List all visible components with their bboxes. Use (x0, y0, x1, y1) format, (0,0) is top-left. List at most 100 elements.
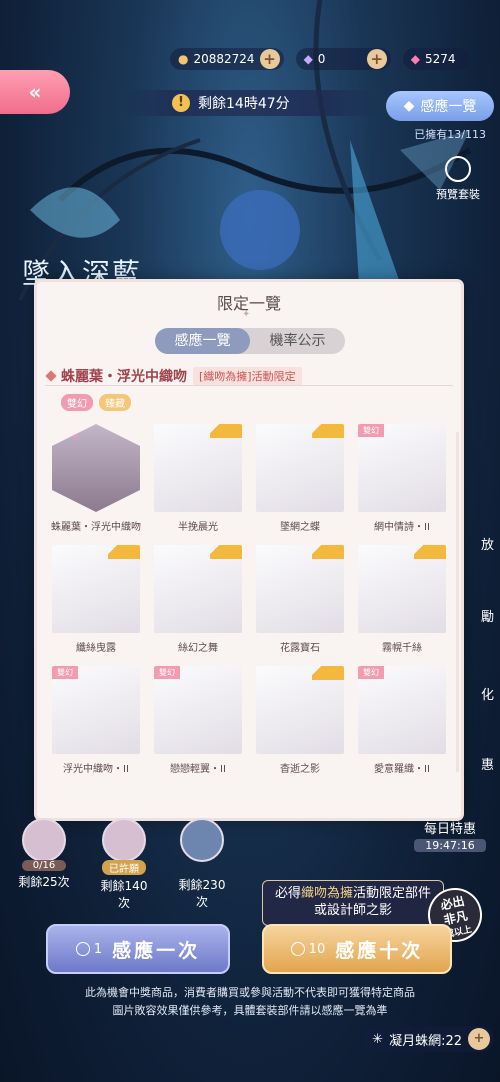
item-thumbnail (154, 545, 242, 633)
ticket-pill: 0/16 (22, 860, 66, 871)
back-button[interactable]: « (0, 70, 70, 114)
item-cell[interactable]: 雙幻 網中情詩・II (351, 424, 453, 533)
event-timer: ! 剩餘14時47分 (120, 90, 380, 116)
corner-tag: 雙幻 (358, 666, 384, 679)
owned-count: 已擁有13/113 (414, 128, 486, 141)
item-cell[interactable]: 雙幻愛意羅織・II (351, 666, 453, 775)
item-thumbnail (256, 666, 344, 754)
set-tag: [織吻為擁]活動限定 (193, 366, 302, 385)
set-header: 蛛麗葉・浮光中織吻 [織吻為擁]活動限定 (45, 366, 453, 386)
preview-outfit-button[interactable]: 預覽套裝 (428, 156, 488, 202)
guarantee-text: 活動限定部件 (353, 886, 432, 901)
ticket-pill: 已許願 (102, 860, 146, 875)
ticket-label: 剩餘230次 (178, 878, 226, 909)
collection-button[interactable]: ◆ 感應一覽 (386, 91, 494, 121)
item-label: 絲幻之舞 (178, 643, 218, 654)
shine-corner-icon (312, 424, 344, 438)
add-diamond-button[interactable]: + (366, 49, 387, 69)
item-cell[interactable]: 半挽晨光 (147, 424, 249, 533)
currency-bar: ● 20882724 + ◆ 0 + ◆ 5274 (170, 46, 492, 72)
guarantee-line2: 或設計師之影 (313, 903, 392, 918)
ticket-item[interactable]: 0/16 剩餘25次 (16, 818, 72, 890)
add-coin-button[interactable]: + (259, 49, 280, 69)
draw-label: 感應一次 (112, 939, 201, 962)
item-thumbnail: 雙幻 (358, 666, 446, 754)
item-label: 半挽晨光 (178, 522, 218, 533)
modal-tabs: 感應一覽 機率公示 (155, 328, 345, 354)
item-label: 愛意羅織・II (374, 764, 430, 775)
gem-counter: ◆ 5274 (402, 48, 470, 70)
spider-web-currency: ✳ 凝月蛛網:22 + (362, 1026, 494, 1052)
guarantee-text: 必得 (274, 886, 301, 901)
search-icon (445, 156, 471, 182)
item-label: 戀戀輕翼・II (170, 764, 226, 775)
gem-value: 5274 (425, 52, 456, 66)
item-thumbnail (256, 424, 344, 512)
collection-label: 感應一覽 (420, 99, 477, 115)
guarantee-highlight: 織吻為擁 (300, 886, 353, 901)
daily-offer[interactable]: 每日特惠 19:47:16 (414, 818, 486, 852)
item-cell[interactable]: 雙幻戀戀輕翼・II (147, 666, 249, 775)
badge: 臻藏 (99, 394, 131, 411)
item-cell[interactable]: 墜網之蝶 (249, 424, 351, 533)
item-thumbnail (358, 545, 446, 633)
web-icon (75, 942, 90, 956)
side-label[interactable]: 放 (481, 534, 494, 553)
item-label: 霧幌千絲 (382, 643, 422, 654)
star-icon: ✦ (242, 309, 251, 320)
ticket-avatar (22, 818, 66, 862)
diamond-counter: ◆ 0 + (295, 48, 391, 70)
ticket-label: 剩餘140次 (100, 879, 148, 910)
shine-corner-icon (210, 424, 242, 438)
tab-collection[interactable]: 感應一覽 (155, 328, 250, 354)
disclaimer-line: 圖片敗容效果僅供參考，具體套裝部件請以感應一覽為準 (112, 1004, 388, 1017)
item-cell[interactable]: 杳逝之影 (249, 666, 351, 775)
item-cell[interactable]: 纖絲曳露 (45, 545, 147, 654)
item-cell[interactable]: 花露寶石 (249, 545, 351, 654)
timer-text: 剩餘14時47分 (198, 96, 290, 112)
item-label: 浮光中織吻・II (63, 764, 129, 775)
set-name: 蛛麗葉・浮光中織吻 (61, 368, 187, 385)
coin-icon: ● (178, 52, 189, 66)
item-cell[interactable]: 性感蛛麗葉・浮光中織吻 (45, 424, 147, 533)
item-cell[interactable]: 絲幻之舞 (147, 545, 249, 654)
item-label: 杳逝之影 (280, 764, 320, 775)
side-label[interactable]: 惠 (481, 754, 494, 773)
item-label: 花露寶石 (280, 643, 320, 654)
item-label: 蛛麗葉・浮光中織吻 (51, 522, 141, 533)
shine-corner-icon (312, 666, 344, 680)
guarantee-banner: 必得織吻為擁活動限定部件 或設計師之影 (262, 880, 444, 926)
item-thumbnail (256, 545, 344, 633)
gem-icon: ◆ (410, 52, 421, 66)
disclaimer: 此為機會中獎商品，消費者購買或參與活動不代表即可獲得特定商品 圖片敗容效果僅供參… (0, 984, 500, 1020)
side-label[interactable]: 化 (481, 684, 494, 703)
daily-time: 19:47:16 (414, 839, 486, 852)
shine-corner-icon (108, 545, 140, 559)
draw-cost: 10 (308, 941, 326, 957)
diamond-value: 0 (317, 52, 326, 66)
item-cell[interactable]: 雙幻浮光中織吻・II (45, 666, 147, 775)
web-icon: ✳ (372, 1031, 384, 1047)
item-thumbnail (52, 545, 140, 633)
tab-probability[interactable]: 機率公示 (250, 328, 345, 354)
diamond-bullet-icon (45, 369, 57, 382)
corner-tag: 雙幻 (52, 666, 78, 679)
ticket-item[interactable]: 剩餘230次 (174, 818, 230, 910)
item-thumbnail: 雙幻 (52, 666, 140, 754)
ticket-avatar (102, 818, 146, 862)
coin-counter: ● 20882724 + (170, 48, 284, 70)
side-label[interactable]: 勵 (481, 606, 494, 625)
diamond-icon: ◆ (403, 98, 415, 114)
draw-once-button[interactable]: 1 感應一次 (46, 924, 230, 974)
item-cell[interactable]: 霧幌千絲 (351, 545, 453, 654)
item-grid: 性感 蛛麗葉・浮光中織吻 半挽晨光 墜網之蝶 雙幻 網中情詩・II 纖絲曳露 絲幻之舞 花露寶石… (45, 424, 455, 775)
corner-tag: 雙幻 (154, 666, 180, 679)
draw-ten-button[interactable]: 10 感應十次 (262, 924, 452, 974)
add-spider-web-button[interactable]: + (468, 1028, 490, 1050)
item-thumbnail: 雙幻 (358, 424, 446, 512)
scrollbar[interactable] (456, 432, 459, 772)
corner-tag: 雙幻 (358, 424, 384, 437)
corner-tag: 性感 (52, 424, 78, 437)
daily-label: 每日特惠 (423, 822, 476, 837)
ticket-item[interactable]: 已許願 剩餘140次 (96, 818, 152, 911)
